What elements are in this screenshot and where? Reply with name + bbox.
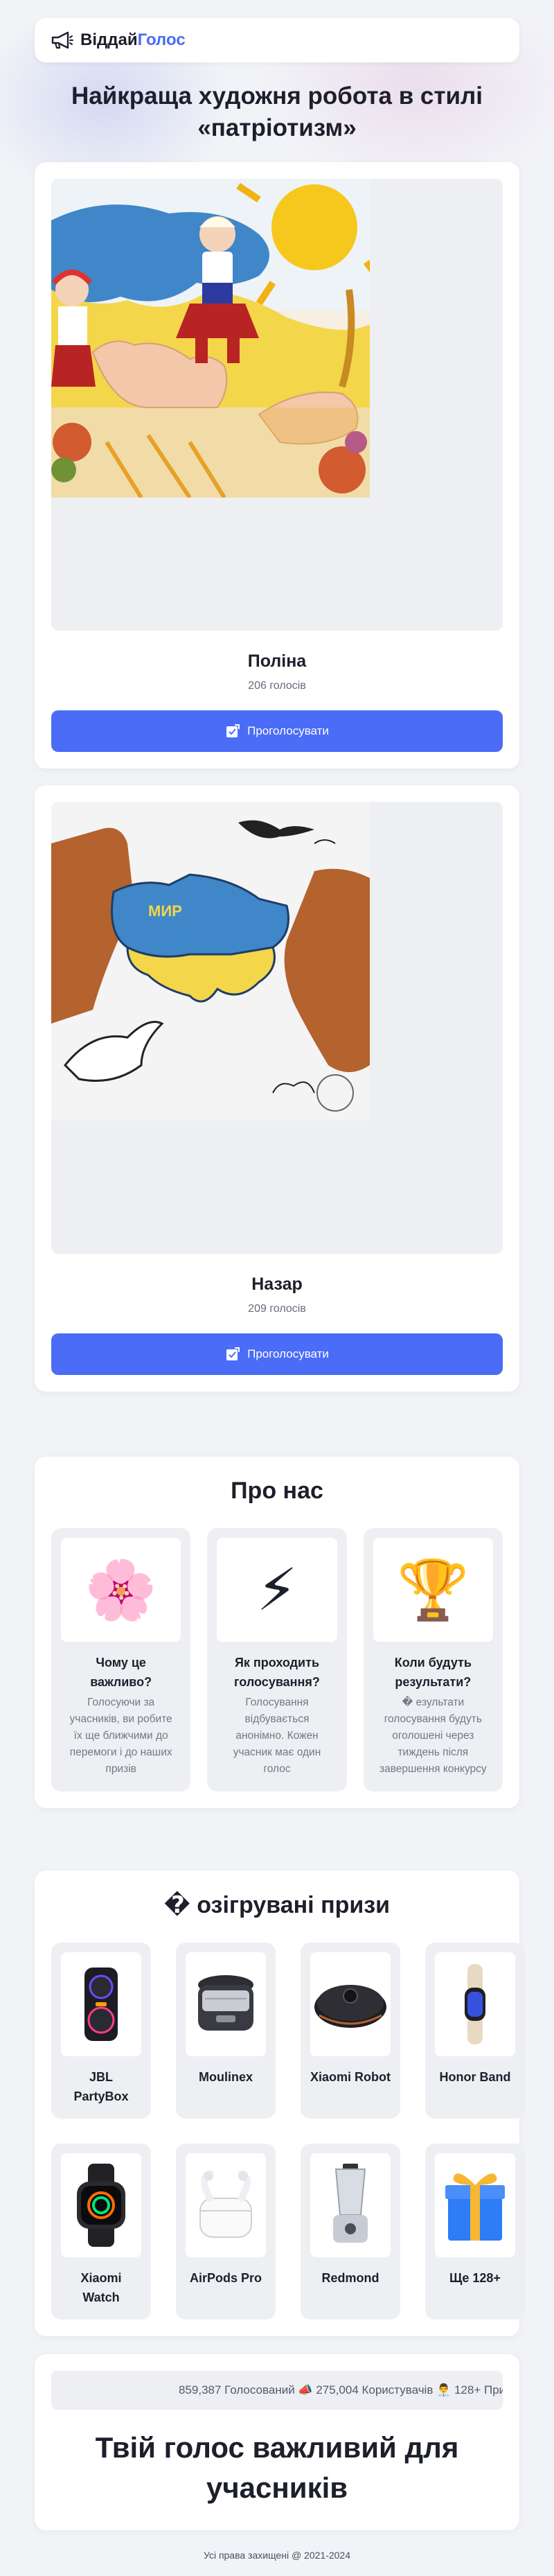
page-title: Найкраща художня робота в стилі «патріот…	[71, 82, 483, 141]
ballot-icon	[226, 724, 240, 737]
footer-text: Усі права захищені @ 2021-2024	[203, 2550, 351, 2561]
vote-button-label: Проголосувати	[247, 1347, 329, 1360]
candidate-photo-frame: МИР УКРАЇНУ	[51, 802, 503, 1254]
about-heading: Чому це важливо?	[90, 1656, 152, 1689]
about-heading: Коли будуть результати?	[394, 1656, 472, 1689]
candidate-votes: 206 голосів	[248, 680, 306, 692]
svg-text:УКРАЇНУ: УКРАЇНУ	[169, 930, 233, 947]
page: ВіддайГолос Найкраща художня робота в ст…	[35, 18, 525, 2561]
logo[interactable]: ВіддайГолос	[50, 30, 186, 50]
prize-card: Xiaomi Watch	[51, 2144, 151, 2320]
svg-text:МИР: МИР	[148, 902, 182, 920]
logo-text-part2: Голос	[137, 30, 186, 49]
about-card: 🏆 Коли будуть результати? � езультати го…	[363, 1528, 503, 1791]
about-text: Голосуючи за учасників, ви робите їх ще …	[69, 1697, 172, 1775]
gift-icon	[445, 2173, 505, 2241]
prize-name: Ще 128+	[449, 2271, 501, 2285]
candidate-name: Назар	[251, 1274, 303, 1294]
vote-button[interactable]: Проголосувати	[51, 710, 503, 752]
about-title: Про нас	[231, 1478, 323, 1504]
site-header: ВіддайГолос	[35, 18, 519, 62]
prizes-title: � озігрувані призи	[163, 1892, 391, 1918]
blender-icon	[333, 2164, 368, 2243]
prize-card: JBL PartyBox	[51, 1943, 151, 2119]
vote-button-label: Проголосувати	[247, 724, 329, 737]
about-section: Про нас 🌸 Чому це важливо? Голосуючи за …	[35, 1457, 519, 1808]
candidate-card: МИР УКРАЇНУ Назар 209 голосів Проголосув…	[35, 785, 519, 1392]
about-text: � езультати голосування будуть оголошені…	[379, 1697, 487, 1775]
multicooker-icon	[198, 1975, 253, 2031]
speaker-icon	[84, 1968, 118, 2041]
candidate-votes: 209 голосів	[248, 1303, 306, 1315]
stats-ticker-text: 859,387 Голосований 📣 275,004 Користувач…	[179, 2383, 503, 2397]
prize-name: JBL PartyBox	[73, 2070, 129, 2103]
vote-button[interactable]: Проголосувати	[51, 1333, 503, 1375]
stats-section: 859,387 Голосований 📣 275,004 Користувач…	[35, 2354, 519, 2530]
flower-icon: 🌸	[61, 1538, 181, 1642]
prize-name: Redmond	[321, 2271, 379, 2285]
prize-card: Xiaomi Robot	[301, 1943, 400, 2119]
about-card: ⚡ Як проходить голосування? Голосування …	[207, 1528, 347, 1791]
logo-text-part1: Віддай	[80, 30, 138, 49]
about-text: Голосування відбувається анонімно. Кожен…	[233, 1697, 321, 1775]
trophy-icon: 🏆	[373, 1538, 493, 1642]
prize-name: Moulinex	[198, 2070, 253, 2084]
lightning-icon: ⚡	[217, 1538, 337, 1642]
closing-title: Твій голос важливий для учасників	[95, 2431, 459, 2504]
smartwatch-icon	[77, 2164, 125, 2247]
ballot-icon	[226, 1347, 240, 1360]
prize-name: AirPods Pro	[189, 2271, 262, 2285]
about-card: 🌸 Чому це важливо? Голосуючи за учасникі…	[51, 1528, 191, 1791]
fitness-band-icon	[465, 1964, 485, 2044]
prizes-section: � озігрувані призи JBL PartyBox Moulinex…	[35, 1870, 525, 2336]
prize-card: Ще 128+	[425, 2144, 525, 2320]
prize-name: Xiaomi Robot	[310, 2070, 391, 2084]
candidate-photo-frame	[51, 179, 503, 631]
candidate-card: Поліна 206 голосів Проголосувати	[35, 162, 519, 769]
candidate-artwork-image	[51, 179, 370, 498]
prize-card: Redmond	[301, 2144, 400, 2320]
prize-name: Honor Band	[439, 2070, 511, 2084]
megaphone-icon	[51, 31, 73, 49]
prize-card: Honor Band	[425, 1943, 525, 2119]
prize-name: Xiaomi Watch	[80, 2271, 122, 2304]
candidate-name: Поліна	[247, 651, 307, 671]
stats-ticker: 859,387 Голосований 📣 275,004 Користувач…	[51, 2371, 503, 2410]
about-grid: 🌸 Чому це важливо? Голосуючи за учасникі…	[51, 1528, 503, 1791]
about-heading: Як проходить голосування?	[234, 1656, 320, 1689]
robot-vacuum-icon	[314, 1985, 386, 2028]
prize-card: Moulinex	[176, 1943, 276, 2119]
prize-grid: JBL PartyBox Moulinex Xiaomi Robot Honor…	[51, 1943, 525, 2320]
prize-card: AirPods Pro	[176, 2144, 276, 2320]
candidate-artwork-image: МИР УКРАЇНУ	[51, 802, 370, 1121]
earbuds-icon	[199, 2171, 252, 2238]
